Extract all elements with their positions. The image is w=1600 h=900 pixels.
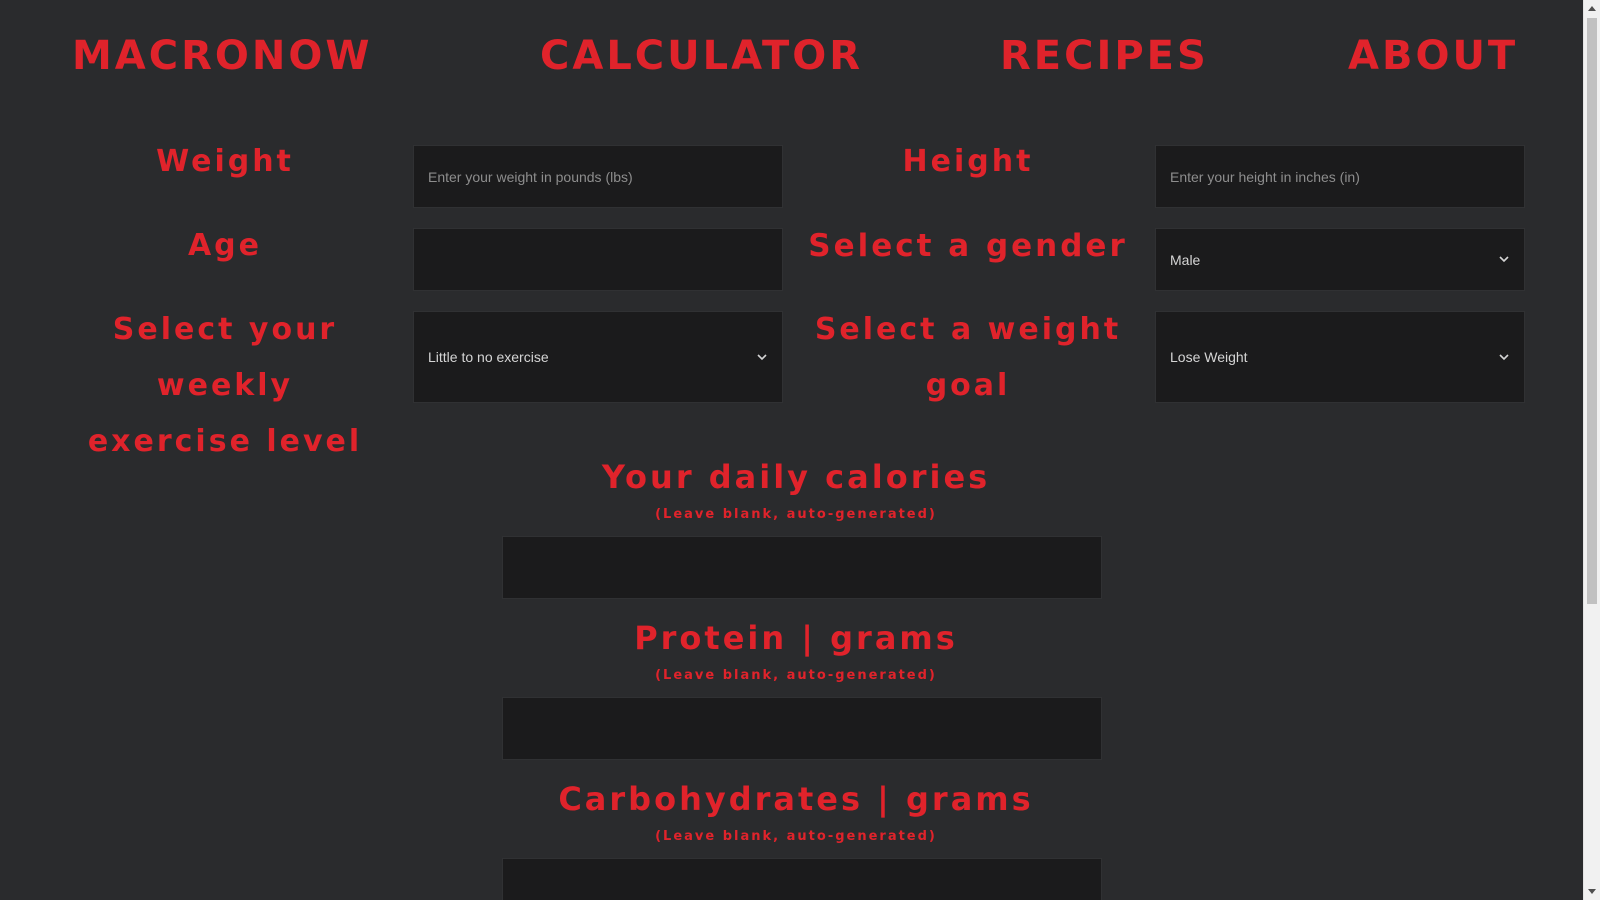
height-input[interactable] <box>1155 145 1525 208</box>
weight-label: Weight <box>156 144 294 179</box>
goal-label-line2: goal <box>925 368 1011 403</box>
gender-select-value: Male <box>1170 251 1201 268</box>
goal-label: Select a weight goal <box>783 302 1153 414</box>
page: MACRONOW CALCULATOR RECIPES ABOUT Weight… <box>0 0 1583 900</box>
gender-label: Select a gender <box>808 228 1128 264</box>
protein-title: Protein | grams <box>634 619 958 657</box>
chevron-down-icon <box>1498 351 1510 363</box>
protein-output[interactable] <box>502 697 1102 760</box>
carbs-title: Carbohydrates | grams <box>558 780 1034 818</box>
nav-calculator-link[interactable]: CALCULATOR <box>540 28 863 84</box>
age-label: Age <box>187 228 263 263</box>
scrollbar-thumb[interactable] <box>1587 18 1597 604</box>
nav-about-link[interactable]: ABOUT <box>1348 28 1518 84</box>
top-nav: MACRONOW CALCULATOR RECIPES ABOUT <box>0 28 1583 88</box>
goal-label-line1: Select a weight <box>814 312 1122 347</box>
weight-input[interactable] <box>413 145 783 208</box>
calories-title: Your daily calories <box>601 458 991 496</box>
goal-select[interactable]: Lose Weight <box>1155 311 1525 403</box>
calories-output[interactable] <box>502 536 1102 599</box>
exercise-label: Select your weekly exercise level <box>40 302 410 470</box>
nav-recipes-link[interactable]: RECIPES <box>1000 28 1209 84</box>
height-label: Height <box>902 144 1034 179</box>
carbs-note: (Leave blank, auto-generated) <box>655 829 937 844</box>
vertical-scrollbar[interactable] <box>1583 0 1600 900</box>
gender-select[interactable]: Male <box>1155 228 1525 291</box>
protein-note: (Leave blank, auto-generated) <box>655 668 937 683</box>
scroll-down-arrow-icon[interactable] <box>1584 883 1600 900</box>
exercise-label-line1: Select your weekly <box>112 312 338 403</box>
exercise-select-value: Little to no exercise <box>428 349 549 365</box>
chevron-down-icon <box>1498 254 1510 266</box>
goal-select-value: Lose Weight <box>1170 349 1248 365</box>
calories-note: (Leave blank, auto-generated) <box>655 507 937 522</box>
age-input[interactable] <box>413 228 783 291</box>
exercise-select[interactable]: Little to no exercise <box>413 311 783 403</box>
exercise-label-line2: exercise level <box>87 424 363 459</box>
carbs-output[interactable] <box>502 858 1102 900</box>
chevron-down-icon <box>756 351 768 363</box>
scroll-up-arrow-icon[interactable] <box>1584 0 1600 17</box>
nav-brand-link[interactable]: MACRONOW <box>72 28 373 84</box>
